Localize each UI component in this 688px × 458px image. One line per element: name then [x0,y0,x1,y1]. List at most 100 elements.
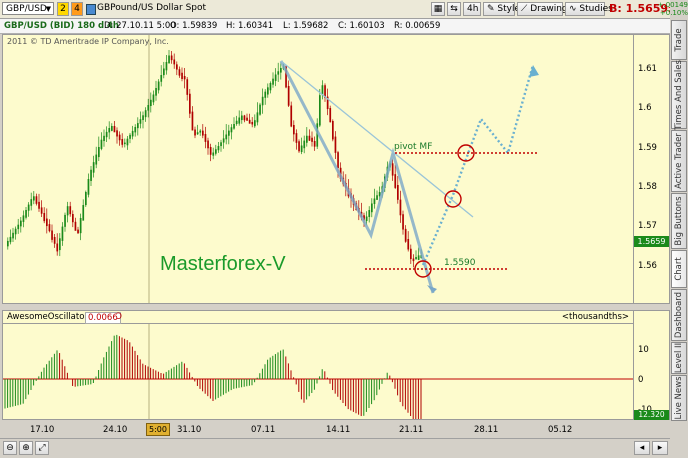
candle-body [246,117,248,121]
candle-body [196,132,199,135]
zoom-out-icon[interactable]: ⊖ [3,441,17,455]
candle-body [329,108,332,123]
candle-body [25,210,27,218]
candle-body [371,203,373,213]
tab-active-trader[interactable]: Active Trader [671,130,687,192]
candle-body [144,110,147,118]
symbol-input[interactable]: GBP/USD ▼ [2,2,54,15]
date-tick: 14.11 [326,425,351,435]
oscillator-menu-icon[interactable]: Ↄ [116,312,122,322]
watermark-text: Masterforex-V [160,253,286,275]
candle-body [404,228,407,242]
link-group-b[interactable]: 4 [71,2,83,16]
candle-body [131,130,134,137]
date-axis[interactable]: 17.10 24.10 5:00 31.10 07.11 14.11 21.11… [2,420,634,438]
candle-body [51,230,53,240]
price-axis[interactable]: 1.61 1.6 1.59 1.58 1.57 1.56 1.5659 [634,34,670,304]
tab-big-buttons[interactable]: Big Buttons [671,193,687,249]
price-tick: 1.58 [638,182,657,192]
oscillator-panel[interactable] [2,324,634,420]
price-chart-canvas[interactable] [3,35,633,303]
candle-body [152,94,155,103]
candle-body [233,124,235,129]
candle-body [412,258,415,262]
candle-body [186,79,189,95]
candle-body [394,174,397,188]
chart-title: GBP/USD (BID) 180 d 4h [4,21,119,31]
projection-arrow-icon [529,65,539,77]
candle-body [243,115,246,121]
drawings-icon: ⟋ [521,4,528,14]
candle-body [176,64,178,70]
studies-button[interactable]: ∿ Studies [565,2,613,16]
zoom-in-icon[interactable]: ⊕ [19,441,33,455]
candle-body [308,135,311,141]
fit-icon[interactable]: ⤢ [35,441,49,455]
date-tick: 24.10 [103,425,128,435]
candle-body [407,239,410,250]
share-icon[interactable]: ⇆ [447,2,461,16]
candle-body [178,69,181,76]
grid-icon[interactable]: ▦ [431,2,445,16]
candle-body [215,149,217,154]
candle-body [92,162,95,173]
candle-body [124,142,126,145]
tab-trade[interactable]: Trade [671,20,687,60]
candle-body [30,199,33,206]
candle-body [111,126,113,131]
candle-body [256,112,259,123]
candle-body [334,136,337,153]
date-tick: 07.11 [251,425,276,435]
candle-body [22,215,25,222]
candle-body [9,236,12,243]
candle-body [337,152,339,169]
tab-live-news[interactable]: Live News [671,375,687,421]
timeframe-button[interactable]: 4h [463,2,481,16]
candle-body [17,224,20,230]
style-icon: ✎ [487,4,495,14]
candle-body [402,214,404,230]
link-group-a[interactable]: 2 [57,2,69,16]
date-tick: 21.11 [399,425,424,435]
candle-body [209,147,212,155]
candle-body [46,218,48,227]
candlestick-series [7,49,423,268]
candle-body [139,119,142,124]
studies-icon: ∿ [569,4,577,14]
candle-body [103,135,105,142]
candle-body [417,255,420,260]
price-chart[interactable]: 2011 © TD Ameritrade IP Company, Inc. Ma… [2,34,634,304]
candle-body [27,204,30,211]
oscillator-name[interactable]: AwesomeOscillator [7,312,88,322]
candle-body [373,198,376,205]
candle-body [365,216,368,221]
candle-body [295,133,298,143]
tab-level-ii[interactable]: Level II [671,342,687,374]
candle-body [129,134,131,139]
support-level-label: 1.5590 [444,258,476,268]
oscillator-axis[interactable]: 10 0 -10 12.320 [634,310,670,420]
tab-dashboard[interactable]: Dashboard [671,289,687,341]
scroll-left-icon[interactable]: ◂ [634,441,650,455]
candle-body [254,120,256,127]
candle-body [150,99,152,107]
candle-body [90,169,92,181]
style-button[interactable]: ✎ Style [483,2,520,16]
candle-body [134,127,137,133]
candle-body [77,229,79,234]
tab-chart[interactable]: Chart [671,250,687,288]
candle-body [251,122,254,125]
date-tick: 05.12 [548,425,573,435]
candle-body [113,126,116,133]
candle-body [306,135,308,143]
scroll-right-icon[interactable]: ▸ [652,441,668,455]
candle-body [259,104,261,115]
candle-body [82,205,85,221]
drawings-button[interactable]: ⟋ Drawings [517,2,572,16]
price-tick: 1.56 [638,261,657,271]
bar-open: O: 1.59839 [170,21,218,31]
bar-date: D: 27.10.11 5:00 [104,21,176,31]
candle-body [79,218,82,234]
oscillator-canvas[interactable] [3,324,633,419]
tab-times-and-sales[interactable]: Times And Sales [671,60,687,130]
